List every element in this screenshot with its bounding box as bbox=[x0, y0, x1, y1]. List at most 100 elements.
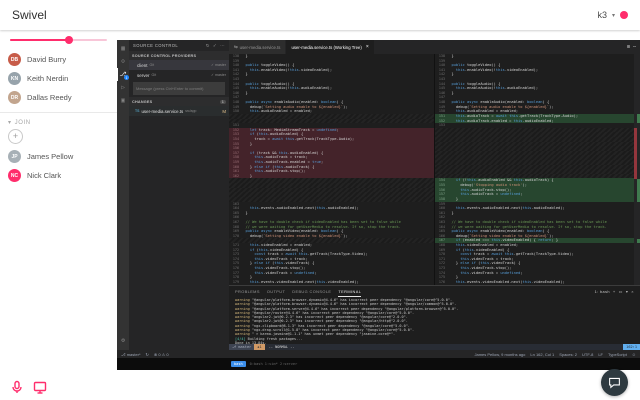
scm-changes-header[interactable]: CHANGES 1 bbox=[129, 97, 229, 106]
participant-row[interactable]: NC Nick Clark bbox=[0, 166, 117, 185]
scm-title-actions: ↻ ✓ ⋯ bbox=[206, 43, 225, 49]
slider-thumb[interactable] bbox=[65, 36, 74, 44]
repo-name: client bbox=[137, 62, 148, 68]
status-bar-item[interactable]: ⎇ master* bbox=[121, 352, 141, 357]
status-bar-item[interactable]: James Pellow, 9 months ago bbox=[474, 352, 525, 357]
participant-row[interactable]: DR Dallas Reedy bbox=[0, 88, 117, 107]
source-control-icon[interactable]: ⎇ 1 bbox=[117, 68, 129, 81]
extensions-icon[interactable]: ▣ bbox=[117, 94, 129, 107]
changed-file-row[interactable]: TS user-media.service.ts src/app M bbox=[129, 106, 229, 116]
repo-name: server bbox=[137, 72, 150, 78]
editor-tab[interactable]: user-media.service.ts (Working Tree) × bbox=[286, 40, 375, 54]
microphone-button[interactable] bbox=[10, 380, 24, 394]
avatar: KN bbox=[8, 72, 21, 85]
diff-editor: 138 } 139 140 public toggleVideo() {141 t… bbox=[229, 54, 640, 285]
panel-action-icon[interactable]: ▾ bbox=[626, 289, 628, 294]
join-section-header: ▾ JOIN bbox=[0, 118, 117, 127]
call-controls bbox=[10, 380, 47, 394]
status-bar-left: ⎇ master* ↻ ⊗ 0 ⚠ 0 bbox=[121, 352, 169, 357]
line-number: 179 bbox=[232, 279, 239, 284]
repo-branch: ✓ master bbox=[211, 73, 226, 77]
explorer-icon[interactable]: ▦ bbox=[117, 42, 129, 55]
editor-action-icon[interactable]: ⊞ bbox=[627, 44, 630, 50]
chat-fab-button[interactable] bbox=[601, 369, 628, 396]
status-bar-item[interactable]: Ln 162, Col 1 bbox=[530, 352, 554, 357]
tmux-status-bar: bash 0:bash 1:vim* 2:server bbox=[117, 358, 640, 370]
panel-action-icon[interactable]: ▭ bbox=[619, 289, 623, 294]
diff-icon: ⇆ bbox=[234, 44, 238, 49]
scm-action-icon[interactable]: ↻ bbox=[206, 43, 210, 49]
bottom-panel: PROBLEMS OUTPUT DEBUG CONSOLE TERMINAL 1: b… bbox=[229, 285, 640, 344]
participant-list-active: DB David Burry KN Keith Nerdin DR Dallas Reed… bbox=[0, 50, 117, 107]
activity-bar: ▦ ⊙ ⎇ 1 ▷ ▣ ⚙ bbox=[117, 40, 129, 350]
panel-action-icon[interactable]: + bbox=[613, 289, 616, 294]
status-bar-item[interactable]: UTF-8 bbox=[582, 352, 593, 357]
panel-actions: 1: bash + ▭ ▾ × bbox=[595, 289, 634, 294]
panel-tab[interactable]: OUTPUT bbox=[267, 286, 285, 297]
user-menu[interactable]: k3 ▾ bbox=[597, 10, 628, 20]
participant-row[interactable]: DB David Burry bbox=[0, 50, 117, 69]
line-number: 176 bbox=[438, 279, 445, 284]
screen-share-view: ▦ ⊙ ⎇ 1 ▷ ▣ ⚙ SOURCE CONTROL ↻ ✓ ⋯ SOURCE CONTRO… bbox=[117, 40, 640, 370]
close-icon[interactable]: × bbox=[366, 44, 369, 50]
overview-ruler[interactable] bbox=[634, 54, 640, 285]
scm-repo-row[interactable]: client Git ✓ master bbox=[129, 60, 229, 70]
status-bar-item[interactable]: Spaces: 2 bbox=[559, 352, 577, 357]
volume-slider[interactable] bbox=[10, 35, 107, 45]
avatar: DB bbox=[8, 53, 21, 66]
avatar: JP bbox=[8, 150, 21, 163]
file-path: src/app bbox=[185, 109, 197, 113]
settings-gear-icon[interactable]: ⚙ bbox=[117, 334, 129, 347]
terminal-select[interactable]: 1: bash bbox=[595, 290, 610, 294]
editor-action-icon[interactable]: ⋯ bbox=[633, 44, 636, 50]
editor-tab-bar: ⇆ user-media.service.ts user-media.service… bbox=[229, 40, 640, 54]
tmux-window-list[interactable]: 0:bash 1:vim* 2:server bbox=[250, 362, 298, 366]
diff-pane-modified: 138 } 139 140 public toggleVideo() {141 t… bbox=[435, 54, 640, 285]
scm-providers-label: SOURCE CONTROL PROVIDERS bbox=[132, 53, 197, 58]
top-bar: Swivel k3 ▾ bbox=[0, 0, 640, 30]
file-status-badge: M bbox=[222, 108, 226, 114]
search-icon[interactable]: ⊙ bbox=[117, 55, 129, 68]
panel-tab[interactable]: TERMINAL bbox=[338, 286, 361, 297]
participant-name: James Pellow bbox=[27, 152, 74, 161]
scm-action-icon[interactable]: ⋯ bbox=[220, 43, 225, 49]
microphone-icon bbox=[12, 380, 22, 393]
tmux-session-badge[interactable]: bash bbox=[231, 361, 246, 367]
status-bar-item[interactable]: ☺ bbox=[632, 352, 636, 357]
panel-tabs: PROBLEMS OUTPUT DEBUG CONSOLE TERMINAL bbox=[235, 286, 361, 297]
code-line: 176 this.events.videoEnabled.next(this.v… bbox=[435, 280, 640, 285]
ruler-added-mark bbox=[637, 238, 640, 244]
participant-row[interactable]: JP James Pellow bbox=[0, 147, 117, 166]
source-control-sidebar: SOURCE CONTROL ↻ ✓ ⋯ SOURCE CONTROL PROVID… bbox=[129, 40, 229, 350]
repo-type: Git bbox=[149, 63, 155, 67]
screen-share-button[interactable] bbox=[33, 380, 47, 394]
slider-fill bbox=[10, 39, 69, 41]
panel-tab[interactable]: PROBLEMS bbox=[235, 286, 260, 297]
status-bar-item[interactable]: ↻ bbox=[146, 352, 149, 357]
changes-count-badge: 1 bbox=[219, 99, 226, 104]
participant-name: David Burry bbox=[27, 55, 67, 64]
participant-row[interactable]: KN Keith Nerdin bbox=[0, 69, 117, 88]
commit-message-input[interactable] bbox=[133, 82, 225, 95]
status-bar-item[interactable]: LF bbox=[598, 352, 603, 357]
panel-action-icon[interactable]: × bbox=[631, 289, 634, 294]
add-participant-button[interactable]: + bbox=[8, 129, 23, 144]
scm-repo-row[interactable]: server Git ✓ master bbox=[129, 70, 229, 80]
panel-tab[interactable]: DEBUG CONSOLE bbox=[292, 286, 331, 297]
app-logo: Swivel bbox=[12, 8, 47, 22]
debug-icon[interactable]: ▷ bbox=[117, 81, 129, 94]
code-text: this.events.videoEnabled.next(this.video… bbox=[249, 279, 359, 284]
code-line: 179 this.events.videoEnabled.next(this.v… bbox=[229, 280, 434, 285]
chevron-down-icon: ▾ bbox=[8, 120, 12, 126]
terminal-output[interactable]: warning "@angular/platform-browser-dynam… bbox=[229, 297, 640, 344]
status-bar-item[interactable]: ⊗ 0 ⚠ 0 bbox=[154, 352, 169, 357]
repo-type: Git bbox=[151, 73, 157, 77]
monitor-icon bbox=[33, 381, 47, 394]
editor-tab[interactable]: ⇆ user-media.service.ts bbox=[229, 40, 287, 54]
participant-name: Keith Nerdin bbox=[27, 74, 69, 83]
scm-repo-list: client Git ✓ master server Git ✓ master bbox=[129, 60, 229, 80]
scm-providers-header[interactable]: SOURCE CONTROL PROVIDERS bbox=[129, 51, 229, 60]
scm-action-icon[interactable]: ✓ bbox=[213, 43, 217, 49]
status-bar-item[interactable]: TypeScript bbox=[608, 352, 627, 357]
user-menu-label: k3 bbox=[597, 10, 607, 20]
